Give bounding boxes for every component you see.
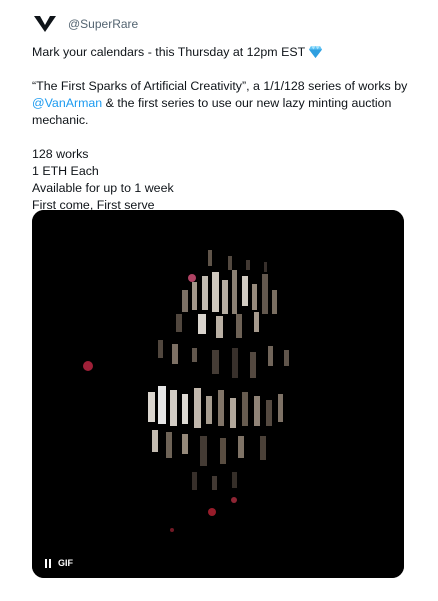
tweet-card: @SuperRare Mark your calendars - this Th… [0, 0, 438, 601]
gem-icon [309, 46, 323, 58]
tweet-media-gif[interactable]: GIF [32, 210, 404, 578]
tweet-text: Mark your calendars - this Thursday at 1… [32, 44, 412, 214]
detail-works: 128 works [32, 147, 89, 161]
gif-badge[interactable]: GIF [40, 556, 77, 570]
pause-icon[interactable] [44, 558, 52, 568]
detail-price: 1 ETH Each [32, 164, 99, 178]
author-handle[interactable]: @SuperRare [68, 17, 138, 31]
gif-label: GIF [58, 558, 73, 568]
tweet-header: @SuperRare [34, 16, 138, 32]
artwork-image [32, 210, 404, 578]
superrare-logo-icon[interactable] [34, 16, 56, 32]
detail-availability: Available for up to 1 week [32, 181, 174, 195]
announcement-line: Mark your calendars - this Thursday at 1… [32, 44, 412, 61]
mention-link[interactable]: @VanArman [32, 96, 102, 110]
series-description: “The First Sparks of Artificial Creativi… [32, 79, 408, 127]
